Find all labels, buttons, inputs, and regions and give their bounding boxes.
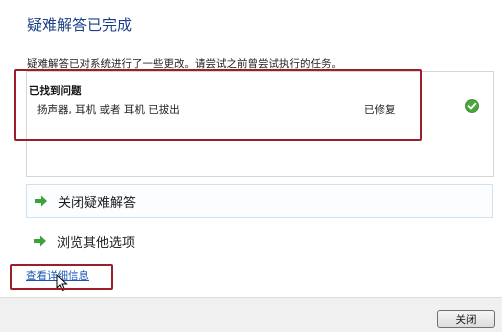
dialog-footer [0, 297, 502, 332]
option-label: 关闭疑难解答 [58, 195, 137, 211]
check-circle-icon [465, 99, 479, 113]
page-title: 疑难解答已完成 [27, 16, 133, 34]
highlight-box-problems [14, 69, 422, 141]
option-label: 浏览其他选项 [57, 235, 136, 251]
explore-other-options-option[interactable]: 浏览其他选项 [26, 225, 491, 257]
close-troubleshooter-option[interactable]: 关闭疑难解答 [26, 184, 493, 218]
green-arrow-icon [35, 195, 47, 207]
highlight-box-details [10, 264, 113, 290]
close-button[interactable]: 关闭 [437, 310, 495, 328]
green-arrow-icon [34, 235, 46, 247]
